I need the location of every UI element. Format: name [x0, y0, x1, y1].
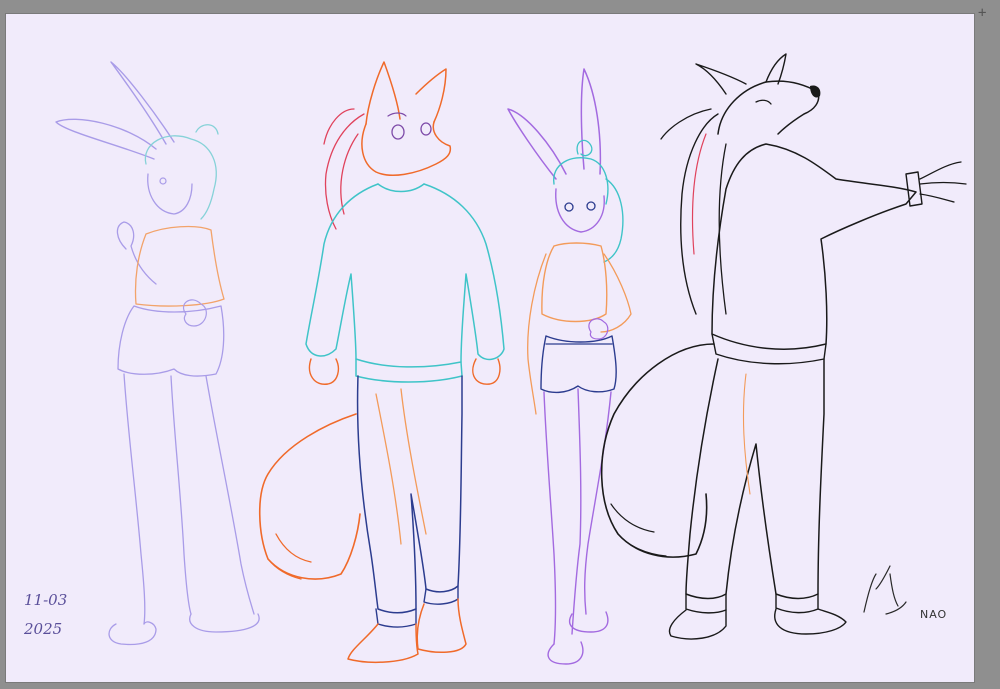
signature-text: NAO — [920, 608, 947, 621]
date-line-2: 2025 — [23, 620, 62, 638]
fox-sweater-figure — [258, 61, 505, 664]
drawing-app-workspace: + 11-03 2025 NAO — [0, 0, 1000, 689]
drawing-canvas[interactable]: 11-03 2025 NAO — [6, 14, 974, 682]
wolf-pointing-figure — [600, 53, 967, 640]
date-annotation: 11-03 2025 — [23, 591, 67, 638]
lineart-drawing: 11-03 2025 NAO — [23, 53, 967, 665]
bunny-girl-figure — [507, 68, 632, 665]
bunny-girl-sketch-figure — [55, 61, 260, 646]
artist-signature: NAO — [863, 565, 947, 621]
date-line-1: 11-03 — [24, 591, 67, 609]
canvas-corner-marker-icon[interactable]: + — [978, 6, 992, 20]
